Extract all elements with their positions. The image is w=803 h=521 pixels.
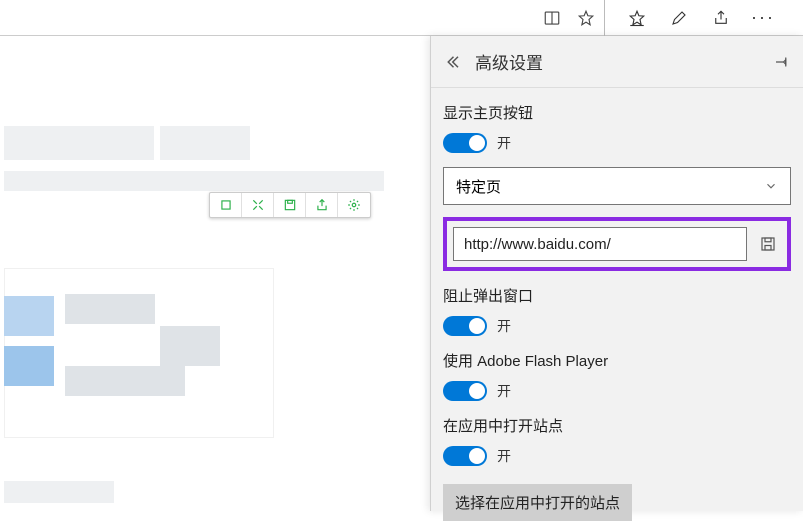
share-shot-icon[interactable] <box>306 193 338 217</box>
topbar-actions: ··· <box>605 8 773 28</box>
favorite-star-icon[interactable] <box>576 8 596 28</box>
popup-block-state: 开 <box>497 316 511 336</box>
panel-title: 高级设置 <box>475 49 543 74</box>
popup-block-toggle[interactable] <box>443 316 487 336</box>
reading-view-icon[interactable] <box>542 8 562 28</box>
share-icon[interactable] <box>711 8 731 28</box>
open-in-app-label: 在应用中打开站点 <box>443 415 791 436</box>
page-content-blurred <box>0 36 430 511</box>
home-button-toggle[interactable] <box>443 133 487 153</box>
screenshot-toolbar <box>209 192 371 218</box>
browser-topbar: ··· <box>0 0 803 36</box>
crop-icon[interactable] <box>210 193 242 217</box>
home-button-state: 开 <box>497 133 511 153</box>
panel-header: 高级设置 <box>431 36 803 88</box>
advanced-settings-panel: 高级设置 显示主页按钮 开 特定页 阻止弹出窗口 开 使用 Adob <box>430 36 803 511</box>
save-shot-icon[interactable] <box>274 193 306 217</box>
chevron-down-icon <box>764 179 778 193</box>
popup-block-label: 阻止弹出窗口 <box>443 285 791 306</box>
favorites-hub-icon[interactable] <box>627 8 647 28</box>
more-menu-icon[interactable]: ··· <box>753 8 773 28</box>
home-url-row <box>443 217 791 271</box>
panel-body: 显示主页按钮 开 特定页 阻止弹出窗口 开 使用 Adobe Flash Pla… <box>431 88 803 521</box>
fullscreen-icon[interactable] <box>242 193 274 217</box>
back-icon[interactable] <box>443 53 467 71</box>
notes-icon[interactable] <box>669 8 689 28</box>
flash-toggle[interactable] <box>443 381 487 401</box>
pin-icon[interactable] <box>773 53 791 71</box>
home-url-input[interactable] <box>453 227 747 261</box>
settings-shot-icon[interactable] <box>338 193 370 217</box>
choose-sites-button[interactable]: 选择在应用中打开的站点 <box>443 484 632 521</box>
open-in-app-toggle[interactable] <box>443 446 487 466</box>
address-bar-region <box>0 0 605 36</box>
flash-label: 使用 Adobe Flash Player <box>443 350 791 371</box>
home-button-label: 显示主页按钮 <box>443 102 791 123</box>
home-page-select[interactable]: 特定页 <box>443 167 791 205</box>
open-in-app-state: 开 <box>497 446 511 466</box>
flash-state: 开 <box>497 381 511 401</box>
save-url-icon[interactable] <box>755 231 781 257</box>
home-page-select-value: 特定页 <box>456 176 501 197</box>
